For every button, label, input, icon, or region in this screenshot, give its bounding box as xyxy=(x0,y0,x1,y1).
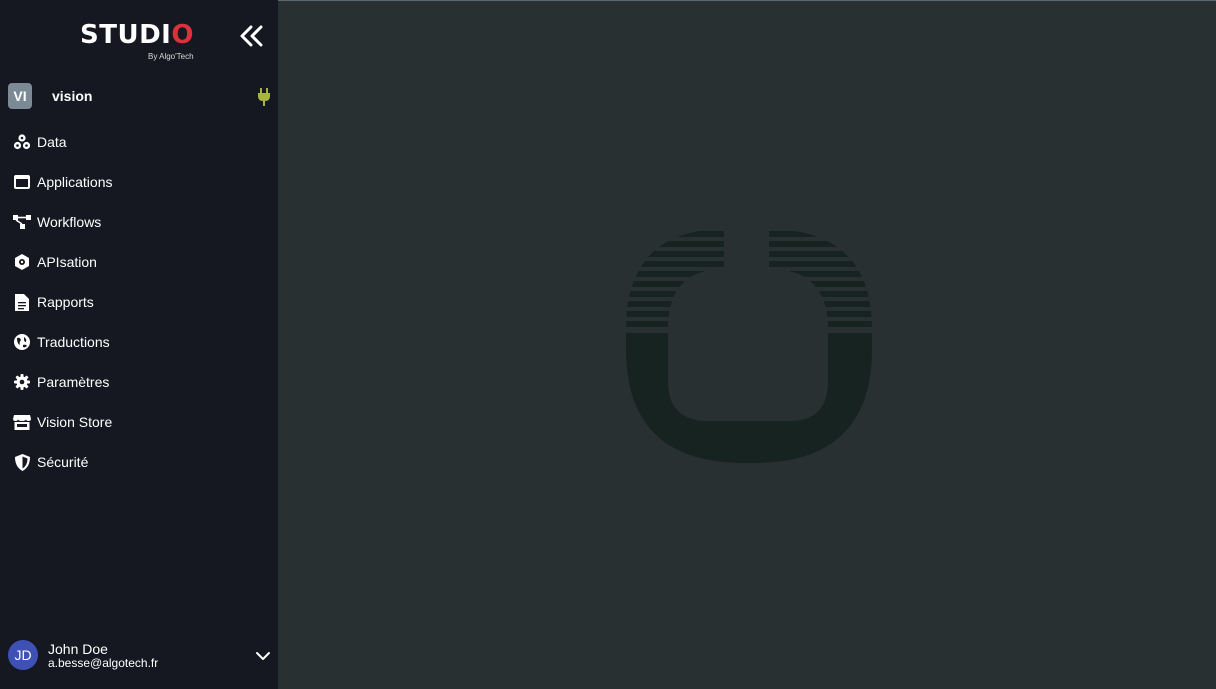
sidebar: STUDIO By Algo'Tech VI vision Data Appli xyxy=(0,0,278,689)
globe-icon xyxy=(13,333,31,351)
user-name: John Doe xyxy=(48,641,108,657)
user-menu[interactable]: JD John Doe a.besse@algotech.fr xyxy=(0,638,278,674)
nav-item-label: Applications xyxy=(37,174,113,190)
nav-item-label: Data xyxy=(37,134,67,150)
studio-logo: STUDIO By Algo'Tech xyxy=(80,20,200,64)
project-badge: VI xyxy=(8,83,32,109)
plug-icon[interactable] xyxy=(257,88,271,106)
document-icon xyxy=(13,293,31,311)
logo-subtitle: By Algo'Tech xyxy=(148,52,194,61)
main-content xyxy=(278,0,1216,689)
nav-item-label: Rapports xyxy=(37,294,94,310)
database-icon xyxy=(13,133,31,151)
user-email: a.besse@algotech.fr xyxy=(48,656,159,670)
workflow-icon xyxy=(13,213,31,231)
logo-accent: O xyxy=(171,20,194,50)
nav-item-parametres[interactable]: Paramètres xyxy=(0,362,278,402)
collapse-sidebar-button[interactable] xyxy=(236,22,268,50)
nav-item-data[interactable]: Data xyxy=(0,122,278,162)
nav-item-traductions[interactable]: Traductions xyxy=(0,322,278,362)
store-icon xyxy=(13,413,31,431)
nav-item-vision-store[interactable]: Vision Store xyxy=(0,402,278,442)
project-selector[interactable]: VI vision xyxy=(0,82,278,112)
logo-text: STUDIO xyxy=(80,20,200,50)
nav-item-label: Sécurité xyxy=(37,454,89,470)
nav-item-label: Workflows xyxy=(37,214,102,230)
double-chevron-left-icon xyxy=(240,25,263,47)
chevron-down-icon[interactable] xyxy=(254,648,272,664)
nav-item-label: Paramètres xyxy=(37,374,110,390)
nav-item-securite[interactable]: Sécurité xyxy=(0,442,278,482)
gear-icon xyxy=(13,373,31,391)
logo-main: STUDI xyxy=(80,20,172,50)
nav-item-label: Vision Store xyxy=(37,414,113,430)
studio-watermark-logo xyxy=(626,229,872,463)
avatar: JD xyxy=(8,640,38,670)
nav-item-label: APIsation xyxy=(37,254,97,270)
api-gear-icon xyxy=(13,253,31,271)
nav-item-applications[interactable]: Applications xyxy=(0,162,278,202)
shield-icon xyxy=(13,453,31,471)
main-navigation: Data Applications Workflows APIsation Ra… xyxy=(0,122,278,482)
window-icon xyxy=(13,173,31,191)
nav-item-rapports[interactable]: Rapports xyxy=(0,282,278,322)
project-name: vision xyxy=(52,88,93,104)
nav-item-apisation[interactable]: APIsation xyxy=(0,242,278,282)
nav-item-workflows[interactable]: Workflows xyxy=(0,202,278,242)
nav-item-label: Traductions xyxy=(37,334,110,350)
